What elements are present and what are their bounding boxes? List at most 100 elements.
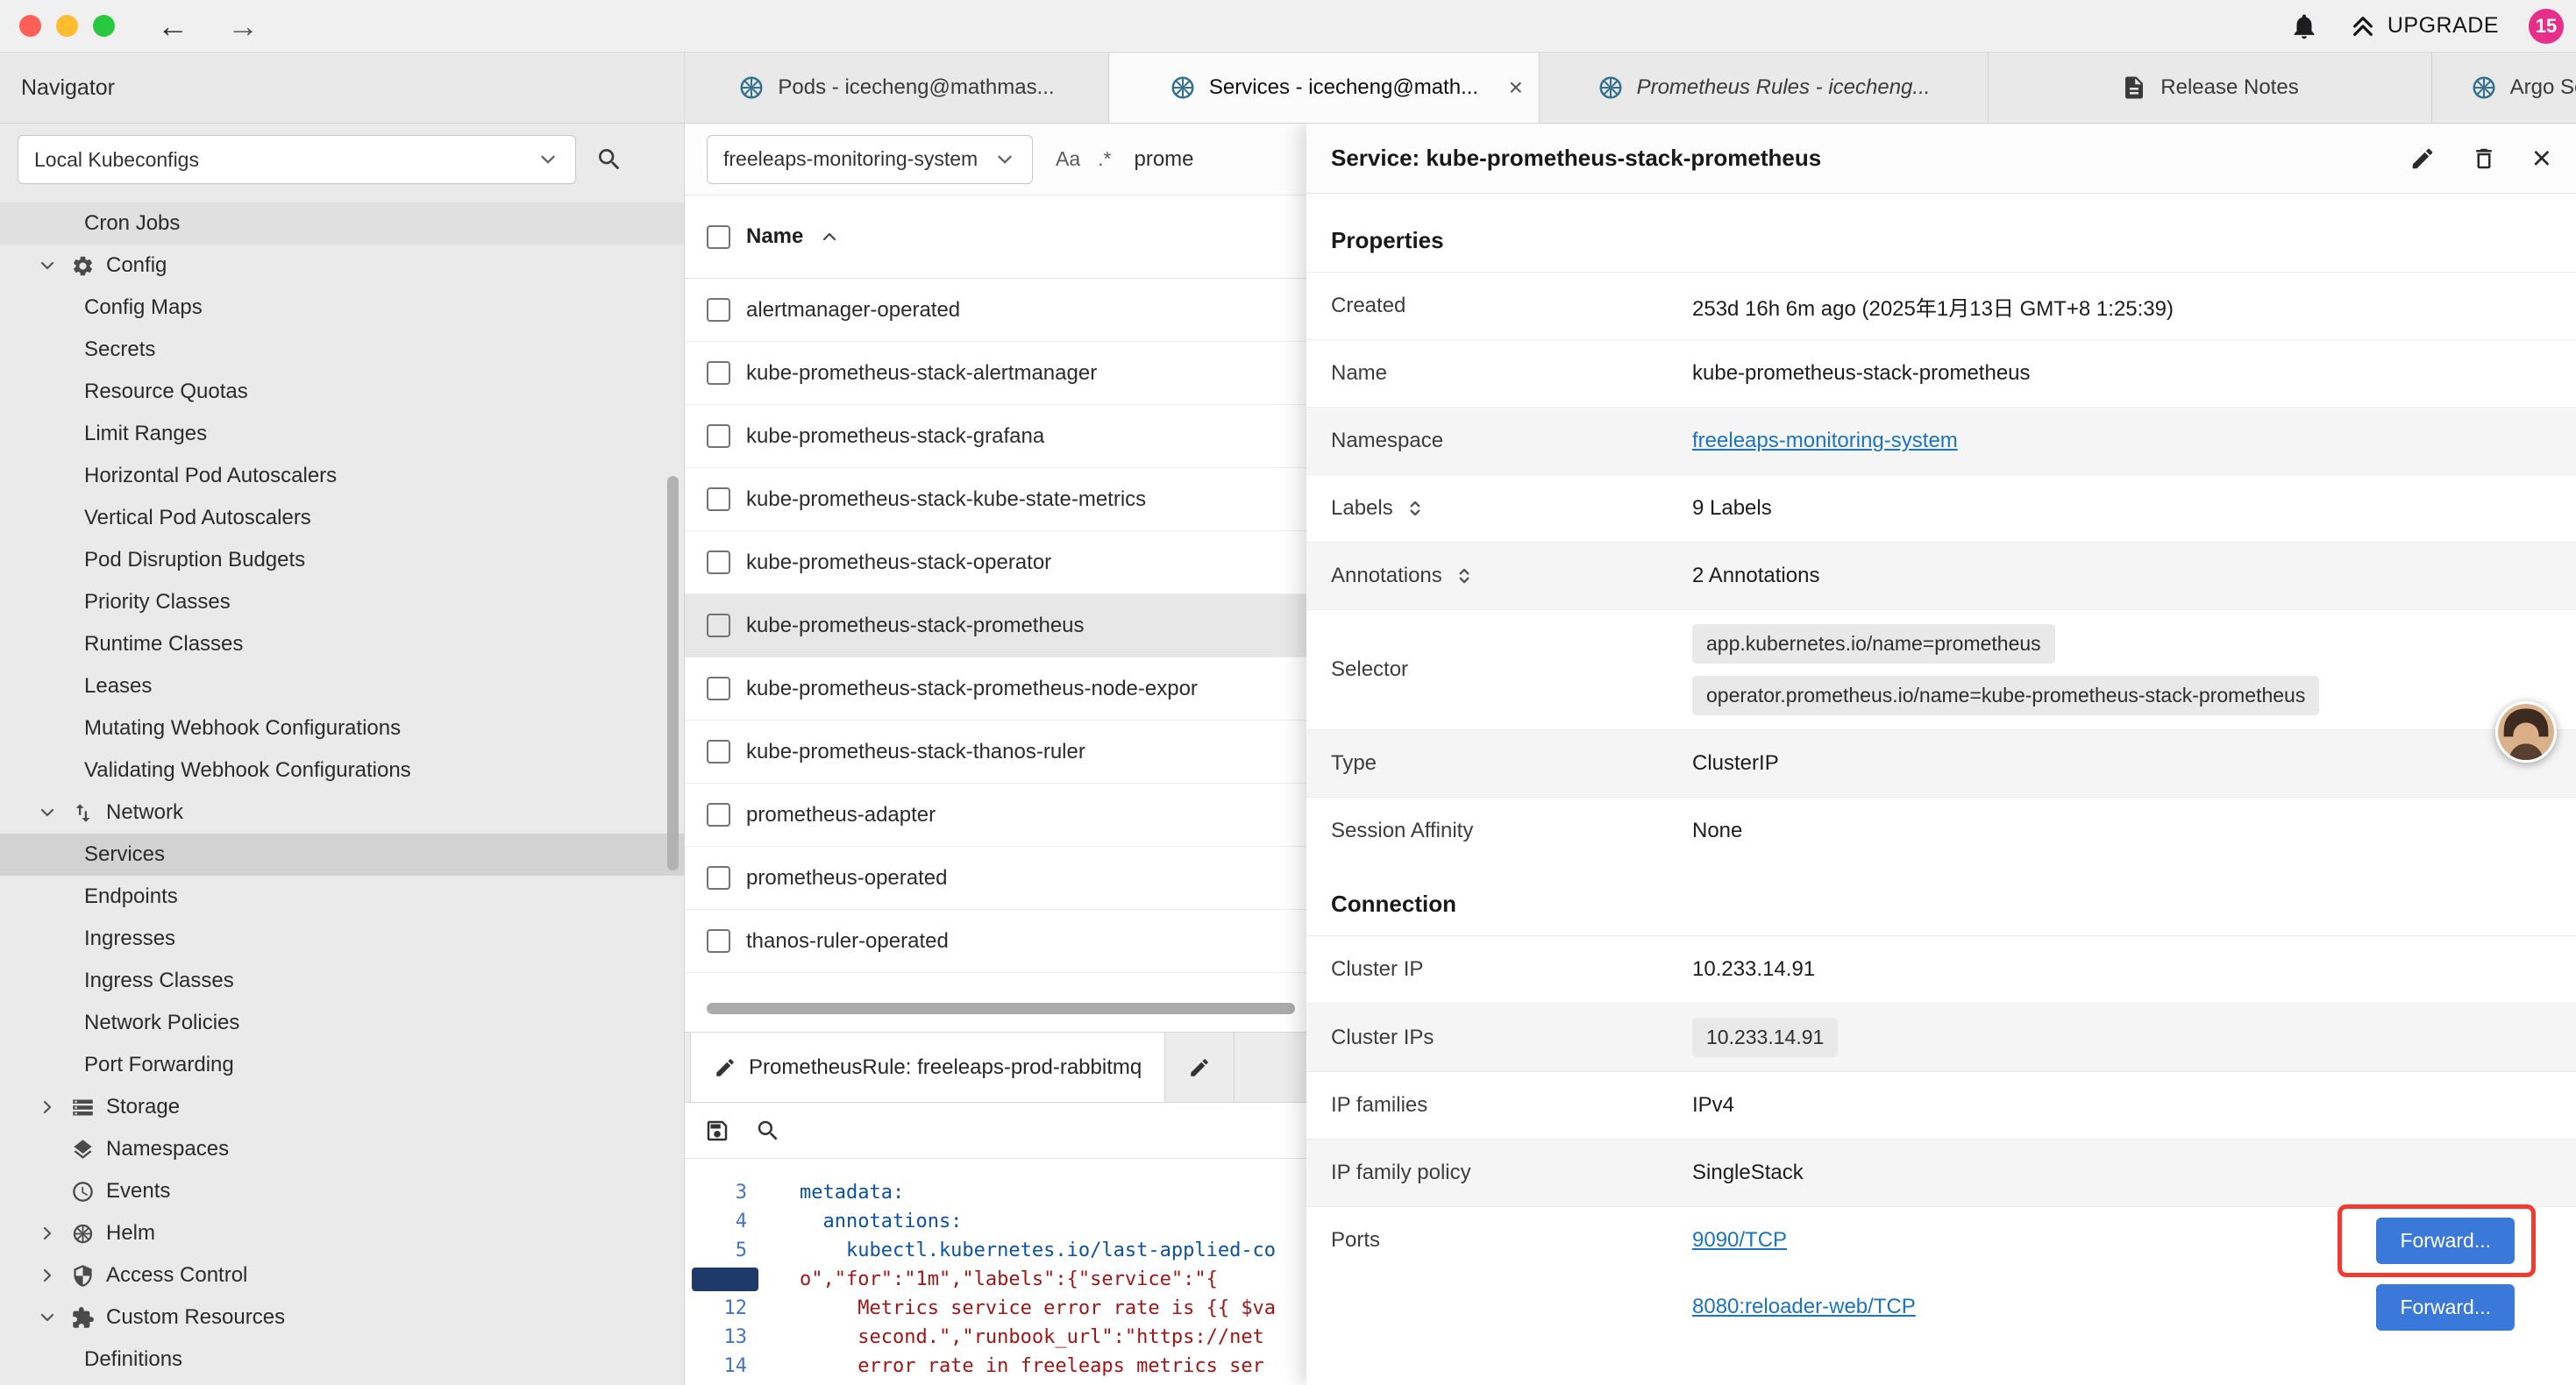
zoom-window-button[interactable] <box>93 15 115 37</box>
close-tab-icon[interactable]: × <box>1509 75 1523 100</box>
chevron-right-icon[interactable] <box>35 1265 60 1286</box>
sidebar-item-resource-quotas[interactable]: Resource Quotas <box>0 371 684 413</box>
sidebar-item-access-control[interactable]: Access Control <box>0 1254 684 1296</box>
sidebar-item-port-forwarding[interactable]: Port Forwarding <box>0 1044 684 1086</box>
row-checkbox[interactable] <box>707 550 730 574</box>
user-avatar[interactable] <box>2495 701 2557 763</box>
sidebar-item-config[interactable]: Config <box>0 245 684 287</box>
notifications-bell-icon[interactable] <box>2289 11 2319 41</box>
port-link[interactable]: 9090/TCP <box>1692 1228 1787 1253</box>
tab-release-notes[interactable]: Release Notes <box>1989 53 2432 123</box>
gear-icon <box>71 254 95 278</box>
property-value: IPv4 <box>1692 1093 1734 1118</box>
dock-tab-prometheusrule-freeleaps-prod-rabbitmq[interactable]: PrometheusRule: freeleaps-prod-rabbitmq <box>690 1033 1165 1102</box>
chevron-down-icon[interactable] <box>35 1307 60 1328</box>
sidebar-item-endpoints[interactable]: Endpoints <box>0 876 684 918</box>
sidebar-scrollbar[interactable] <box>667 476 679 870</box>
sidebar-item-events[interactable]: Events <box>0 1170 684 1212</box>
minimize-window-button[interactable] <box>56 15 78 37</box>
horizontal-scrollbar[interactable] <box>707 1003 1295 1014</box>
sidebar-item-horizontal-pod-autoscalers[interactable]: Horizontal Pod Autoscalers <box>0 455 684 497</box>
select-all-checkbox[interactable] <box>707 225 730 249</box>
namespace-link[interactable]: freeleaps-monitoring-system <box>1692 429 1958 453</box>
back-button[interactable]: ← <box>157 11 189 42</box>
sort-toggle-icon[interactable] <box>1404 497 1427 520</box>
service-name: thanos-ruler-operated <box>746 929 949 954</box>
search-query-input[interactable]: prome <box>1134 147 1193 172</box>
upgrade-icon <box>2349 12 2377 40</box>
sidebar-item-validating-webhook-configurations[interactable]: Validating Webhook Configurations <box>0 749 684 792</box>
sidebar-item-network-policies[interactable]: Network Policies <box>0 1002 684 1044</box>
sidebar-item-namespaces[interactable]: Namespaces <box>0 1128 684 1170</box>
regex-toggle[interactable]: .* <box>1098 147 1111 171</box>
port-forward-button[interactable]: Forward... <box>2376 1218 2515 1264</box>
property-label: Type <box>1331 751 1692 776</box>
match-case-toggle[interactable]: Aa <box>1056 147 1080 171</box>
sidebar-item-label: Events <box>106 1179 170 1204</box>
main-content: Local Kubeconfigs Cron JobsConfigConfig … <box>0 124 2576 1385</box>
sidebar-item-services[interactable]: Services <box>0 834 684 876</box>
forward-button[interactable]: → <box>227 11 259 42</box>
sidebar-item-label: Storage <box>106 1095 180 1119</box>
row-checkbox[interactable] <box>707 614 730 637</box>
sidebar-item-network[interactable]: Network <box>0 792 684 834</box>
save-icon[interactable] <box>704 1118 730 1144</box>
delete-icon[interactable] <box>2471 146 2497 172</box>
sidebar-item-vertical-pod-autoscalers[interactable]: Vertical Pod Autoscalers <box>0 497 684 539</box>
row-checkbox[interactable] <box>707 361 730 385</box>
dock-tab-partial[interactable] <box>1165 1033 1235 1102</box>
tab-argo-se[interactable]: Argo Se <box>2432 53 2576 123</box>
row-checkbox[interactable] <box>707 424 730 448</box>
close-icon[interactable]: × <box>2532 142 2551 175</box>
row-checkbox[interactable] <box>707 803 730 827</box>
navigator-title: Navigator <box>21 75 115 101</box>
tab-services-icecheng-math[interactable]: Services - icecheng@math...× <box>1109 53 1540 123</box>
tab-pods-icecheng-mathmas[interactable]: Pods - icecheng@mathmas... <box>685 53 1109 123</box>
row-checkbox[interactable] <box>707 929 730 953</box>
sidebar-item-cron-jobs[interactable]: Cron Jobs <box>0 202 684 245</box>
port-forward-button[interactable]: Forward... <box>2376 1284 2515 1331</box>
row-checkbox[interactable] <box>707 677 730 700</box>
row-checkbox[interactable] <box>707 866 730 890</box>
sidebar-item-leases[interactable]: Leases <box>0 665 684 707</box>
tab-prometheus-rules-icecheng[interactable]: Prometheus Rules - icecheng... <box>1540 53 1989 123</box>
upgrade-button[interactable]: UPGRADE <box>2349 12 2499 40</box>
sort-toggle-icon[interactable] <box>1453 565 1476 587</box>
kubeconfig-selector[interactable]: Local Kubeconfigs <box>18 135 576 184</box>
sidebar-item-mutating-webhook-configurations[interactable]: Mutating Webhook Configurations <box>0 707 684 749</box>
sidebar-item-secrets[interactable]: Secrets <box>0 329 684 371</box>
chevron-right-icon[interactable] <box>35 1223 60 1244</box>
namespace-filter-dropdown[interactable]: freeleaps-monitoring-system <box>707 135 1033 184</box>
notification-count-badge[interactable]: 15 <box>2529 9 2564 44</box>
name-column-header[interactable]: Name <box>746 224 803 249</box>
sidebar-item-definitions[interactable]: Definitions <box>0 1339 684 1381</box>
row-checkbox[interactable] <box>707 487 730 511</box>
sidebar-item-limit-ranges[interactable]: Limit Ranges <box>0 413 684 455</box>
port-link[interactable]: 8080:reloader-web/TCP <box>1692 1295 1916 1319</box>
editor-search-icon[interactable] <box>755 1118 781 1144</box>
code-text: error rate in freeleaps metrics ser <box>747 1355 1264 1377</box>
close-window-button[interactable] <box>19 15 41 37</box>
chevron-down-icon[interactable] <box>35 802 60 823</box>
sidebar-item-ingresses[interactable]: Ingresses <box>0 918 684 960</box>
sidebar-item-storage[interactable]: Storage <box>0 1086 684 1128</box>
property-label: Created <box>1331 294 1692 318</box>
sidebar-item-ingress-classes[interactable]: Ingress Classes <box>0 960 684 1002</box>
kubernetes-icon <box>1170 75 1196 101</box>
row-checkbox[interactable] <box>707 740 730 764</box>
sidebar-item-priority-classes[interactable]: Priority Classes <box>0 581 684 623</box>
chevron-down-icon[interactable] <box>35 255 60 276</box>
sidebar-item-pod-disruption-budgets[interactable]: Pod Disruption Budgets <box>0 539 684 581</box>
sidebar-item-helm[interactable]: Helm <box>0 1212 684 1254</box>
sidebar-item-config-maps[interactable]: Config Maps <box>0 287 684 329</box>
folded-region-indicator[interactable] <box>692 1268 758 1291</box>
sidebar-item-runtime-classes[interactable]: Runtime Classes <box>0 623 684 665</box>
value-chip: operator.prometheus.io/name=kube-prometh… <box>1692 676 2319 715</box>
row-checkbox[interactable] <box>707 298 730 322</box>
helm-icon <box>71 1222 95 1246</box>
sidebar-item-custom-resources[interactable]: Custom Resources <box>0 1296 684 1339</box>
sidebar-item-label: Vertical Pod Autoscalers <box>84 506 311 530</box>
edit-icon[interactable] <box>2409 146 2436 172</box>
search-icon[interactable] <box>595 146 623 174</box>
chevron-right-icon[interactable] <box>35 1097 60 1118</box>
